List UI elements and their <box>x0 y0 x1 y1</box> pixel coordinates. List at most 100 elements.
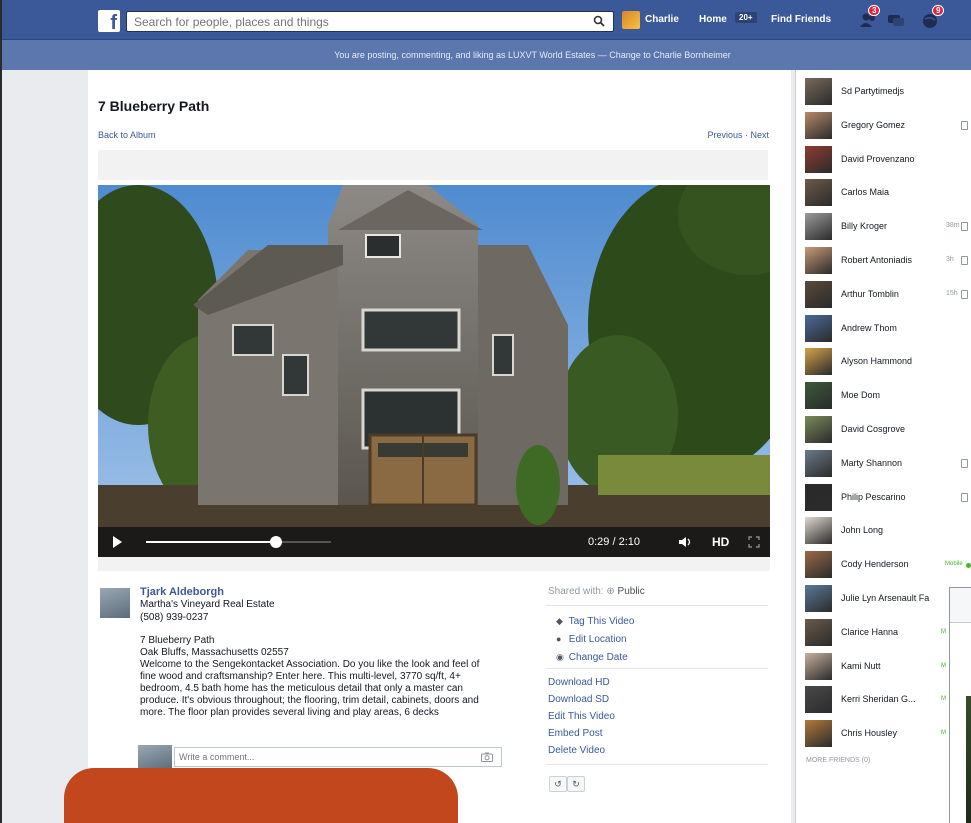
progress-thumb[interactable] <box>269 536 282 548</box>
poster-company: Martha's Vineyard Real Estate <box>140 599 275 610</box>
progress-bar[interactable] <box>146 536 331 548</box>
divider <box>546 764 768 765</box>
download-hd-link[interactable]: Download HD <box>548 677 610 688</box>
friend-row[interactable]: Billy Kroger 38m <box>805 213 971 243</box>
friend-row[interactable]: David Provenzano <box>805 145 971 176</box>
back-to-album-link[interactable]: Back to Album <box>98 130 156 140</box>
web-status-icon <box>961 289 968 299</box>
divider <box>546 605 768 606</box>
friend-avatar <box>805 585 832 612</box>
chat-popup[interactable] <box>949 587 971 823</box>
poster-name-link[interactable]: Tjark Aldeborgh <box>140 586 224 598</box>
more-friends-link[interactable]: MORE FRIENDS (0) <box>806 757 870 764</box>
comment-box[interactable] <box>174 747 502 767</box>
web-status-icon <box>961 256 968 265</box>
volume-icon[interactable] <box>679 536 693 548</box>
friend-row[interactable]: Alyson Hammond <box>805 348 971 378</box>
friend-row[interactable]: Andrew Thom <box>805 314 971 345</box>
friend-name: David Provenzano <box>841 153 915 164</box>
friend-row[interactable]: Arthur Tomblin 15h <box>805 280 971 311</box>
video-player[interactable]: 0:29 / 2:10 HD <box>98 185 770 557</box>
tag-video-action[interactable]: ◆ Tag This Video <box>556 616 634 627</box>
commenter-avatar <box>138 745 172 769</box>
friend-row[interactable]: Philip Pescarino <box>805 483 971 514</box>
camera-icon[interactable] <box>481 752 493 762</box>
rotate-left-icon[interactable]: ↺ <box>549 776 567 792</box>
friend-row[interactable]: Cody Henderson Mobile <box>805 551 971 581</box>
friend-name: Arthur Tomblin <box>841 288 899 299</box>
top-navigation-bar: f Charlie Home 20+ Find Friends 3 9 <box>2 0 971 40</box>
friend-row[interactable]: John Long <box>805 517 971 547</box>
friend-name: Kami Nutt <box>841 660 881 671</box>
poster-avatar[interactable] <box>100 588 130 618</box>
friend-avatar <box>805 618 832 646</box>
chat-sidebar: Sd Partytimedjs Gregory Gomez David Proven… <box>795 70 971 823</box>
friend-name: Sd Partytimedjs <box>841 86 905 96</box>
mobile-label: M <box>941 628 946 635</box>
friend-row[interactable]: Kerri Sheridan G... M <box>805 686 971 716</box>
friend-avatar <box>805 382 832 410</box>
friend-row[interactable]: Julie Lyn Arsenault Fa <box>805 585 971 615</box>
posting-as-notice[interactable]: You are posting, commenting, and liking … <box>2 40 971 70</box>
friend-name: Alyson Hammond <box>841 356 913 367</box>
embed-post-link[interactable]: Embed Post <box>548 728 602 739</box>
chat-popup-header[interactable] <box>950 588 971 623</box>
online-status-icon <box>966 563 971 569</box>
friend-name: Moe Dom <box>841 390 881 401</box>
notifications-count: 9 <box>932 5 945 16</box>
friend-row[interactable]: Carlos Maia <box>805 179 971 209</box>
friend-name: Carlos Maia <box>841 187 890 198</box>
mobile-label: M <box>941 730 946 737</box>
friend-row[interactable]: Robert Antoniadis 3h <box>805 247 971 277</box>
previous-next-links[interactable]: Previous · Next <box>707 130 769 140</box>
friend-avatar <box>805 213 832 241</box>
search-input[interactable] <box>134 12 574 31</box>
home-link[interactable]: Home <box>699 14 727 25</box>
friend-row[interactable]: Clarice Hanna M <box>805 618 971 649</box>
video-description: Welcome to the Sengekontacket Associatio… <box>140 659 480 718</box>
friend-row[interactable]: David Cosgrove <box>805 416 971 446</box>
change-date-action[interactable]: ◉ Change Date <box>556 652 628 663</box>
friend-row[interactable]: Chris Housley M <box>805 720 971 750</box>
download-sd-link[interactable]: Download SD <box>548 694 609 705</box>
friend-row[interactable]: Sd Partytimedjs <box>805 78 971 108</box>
friend-row[interactable]: Kami Nutt M <box>805 652 971 683</box>
poster-phone: (508) 939-0237 <box>140 612 209 623</box>
profile-avatar[interactable] <box>622 11 640 29</box>
web-status-icon <box>961 492 968 502</box>
friend-name: Billy Kroger <box>841 221 888 232</box>
fullscreen-icon[interactable] <box>748 536 760 548</box>
edit-location-action[interactable]: ● Edit Location <box>556 634 627 645</box>
browser-frame: f Charlie Home 20+ Find Friends 3 9 You … <box>0 0 971 823</box>
friend-name: Gregory Gomez <box>841 119 906 130</box>
mobile-label: Mobile <box>945 561 963 568</box>
edit-video-link[interactable]: Edit This Video <box>548 711 615 722</box>
find-friends-link[interactable]: Find Friends <box>771 14 831 25</box>
delete-video-link[interactable]: Delete Video <box>548 745 605 756</box>
search-box[interactable] <box>126 11 614 32</box>
friend-row[interactable]: Gregory Gomez <box>805 111 971 142</box>
friend-row[interactable]: Marty Shannon <box>805 449 971 480</box>
shared-with[interactable]: Shared with: ⊕ Public <box>548 586 645 597</box>
rotate-right-icon[interactable]: ↻ <box>567 776 585 792</box>
friend-avatar <box>805 314 832 342</box>
facebook-logo-icon[interactable]: f <box>98 10 120 32</box>
messages-icon[interactable] <box>886 10 906 30</box>
mobile-label: M <box>941 662 946 669</box>
profile-link[interactable]: Charlie <box>645 14 679 25</box>
friend-row[interactable]: Moe Dom <box>805 382 971 412</box>
friend-avatar <box>805 179 832 207</box>
chat-popup-image <box>966 696 971 823</box>
hd-toggle[interactable]: HD <box>712 535 729 549</box>
search-icon[interactable] <box>593 15 605 27</box>
friend-avatar <box>805 416 832 443</box>
friend-name: John Long <box>841 525 884 536</box>
last-active-time: 15h <box>946 289 958 297</box>
clock-icon: ◉ <box>556 652 564 662</box>
friend-name: Kerri Sheridan G... <box>841 694 916 705</box>
play-icon[interactable] <box>113 536 122 548</box>
friend-name: Clarice Hanna <box>841 626 899 637</box>
comment-input[interactable] <box>179 748 469 766</box>
friend-name: Cody Henderson <box>841 559 909 570</box>
friend-avatar <box>805 652 832 680</box>
